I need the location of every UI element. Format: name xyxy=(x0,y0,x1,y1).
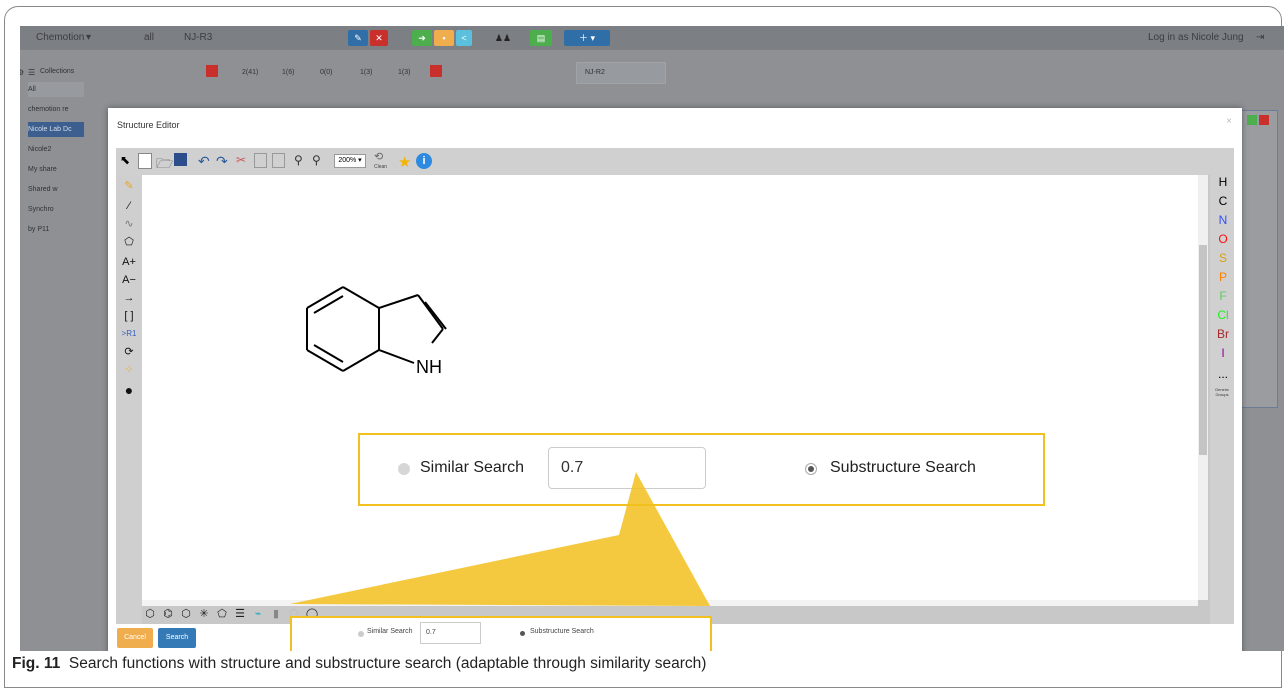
footer-similar-radio[interactable] xyxy=(358,631,364,637)
share-button[interactable]: < xyxy=(456,30,472,46)
search-button[interactable]: Search xyxy=(158,628,196,648)
figure-caption: Fig. 11 Search functions with structure … xyxy=(12,655,706,673)
gear-icon[interactable]: ⚙ xyxy=(20,68,24,77)
tab-reactions[interactable]: 1(6) xyxy=(282,69,294,76)
save-icon[interactable] xyxy=(1247,115,1257,125)
arrow-right-icon: ➜ xyxy=(418,33,426,43)
sidebar-item-my-shared[interactable]: My share xyxy=(28,162,84,177)
plus-icon: ＋ ▾ xyxy=(578,33,596,43)
pencil-icon: ✎ xyxy=(354,33,362,43)
footer-search-options: Similar Search 0.7 Substructure Search xyxy=(290,616,712,651)
tab-samples[interactable]: 2(41) xyxy=(242,69,258,76)
sample-tab[interactable]: NJ-R2 xyxy=(576,62,666,84)
app-screenshot: Chemotion ▾ all NJ-R3 ✎ ✕ ➜ ▪ < ♟♟ ▤ ＋ ▾… xyxy=(20,26,1284,651)
collection-delete-icon[interactable] xyxy=(206,65,218,77)
zoom-callout xyxy=(290,472,710,606)
sidebar-item-synchronized[interactable]: Synchro xyxy=(28,202,84,217)
footer-substructure-radio[interactable] xyxy=(520,631,525,636)
chevron-down-icon: ▾ xyxy=(86,32,92,43)
sidebar-item-nicole2[interactable]: Nicole2 xyxy=(28,142,84,157)
collections-label: Collections xyxy=(40,68,75,75)
move-button[interactable]: ➜ xyxy=(412,30,432,46)
filter-delete-icon[interactable] xyxy=(430,65,442,77)
structure-editor-modal: Structure Editor × ⬉ 🗁 ↶ ↷ ✂ ⚲ ⚲ 200% ▾ … xyxy=(108,108,1242,651)
close-panel-icon[interactable] xyxy=(1259,115,1269,125)
trash-icon: ▪ xyxy=(442,33,446,43)
cancel-button[interactable]: Cancel xyxy=(117,628,153,648)
new-button[interactable]: ▤ xyxy=(530,30,552,46)
figure-label: Fig. 11 xyxy=(12,655,61,672)
tab-screens[interactable]: 1(3) xyxy=(360,69,372,76)
edit-icon: ▤ xyxy=(536,33,546,43)
sidebar-item-shared-with[interactable]: Shared w xyxy=(28,182,84,197)
export-button[interactable]: ＋ ▾ xyxy=(564,30,610,46)
top-navbar: Chemotion ▾ all NJ-R3 ✎ ✕ ➜ ▪ < ♟♟ ▤ ＋ ▾… xyxy=(20,26,1284,50)
users-button[interactable]: ♟♟ xyxy=(490,30,516,46)
delete-button[interactable]: ▪ xyxy=(434,30,454,46)
sample-name: NJ-R3 xyxy=(184,32,213,43)
footer-threshold-input[interactable]: 0.7 xyxy=(420,622,481,644)
share-icon: < xyxy=(461,33,467,43)
sidebar-item-chemotion[interactable]: chemotion re xyxy=(28,102,84,117)
footer-substructure-label: Substructure Search xyxy=(530,628,594,635)
sidebar-item-by-p11[interactable]: by P11 xyxy=(28,222,84,237)
sidebar-item-all[interactable]: All xyxy=(28,82,84,97)
users-icon: ♟♟ xyxy=(494,33,512,43)
brand-menu[interactable]: Chemotion xyxy=(36,32,84,43)
background-detail-panel xyxy=(1238,110,1278,408)
list-icon: ☰ xyxy=(28,68,36,77)
edit-button[interactable]: ✎ xyxy=(348,30,368,46)
tab-research-plans[interactable]: 1(3) xyxy=(398,69,410,76)
caption-text: Search functions with structure and subs… xyxy=(68,655,707,672)
collection-select[interactable]: all xyxy=(144,32,154,43)
logout-icon[interactable]: ⇥ xyxy=(1256,32,1264,43)
footer-similar-label: Similar Search xyxy=(367,628,413,635)
login-menu[interactable]: Log in as Nicole Jung xyxy=(1148,32,1244,43)
sidebar-item-nicole-lab[interactable]: Nicole Lab Dc xyxy=(28,122,84,137)
close-icon: ✕ xyxy=(375,33,383,43)
close-button[interactable]: ✕ xyxy=(370,30,388,46)
tab-wellplates[interactable]: 0(0) xyxy=(320,69,332,76)
